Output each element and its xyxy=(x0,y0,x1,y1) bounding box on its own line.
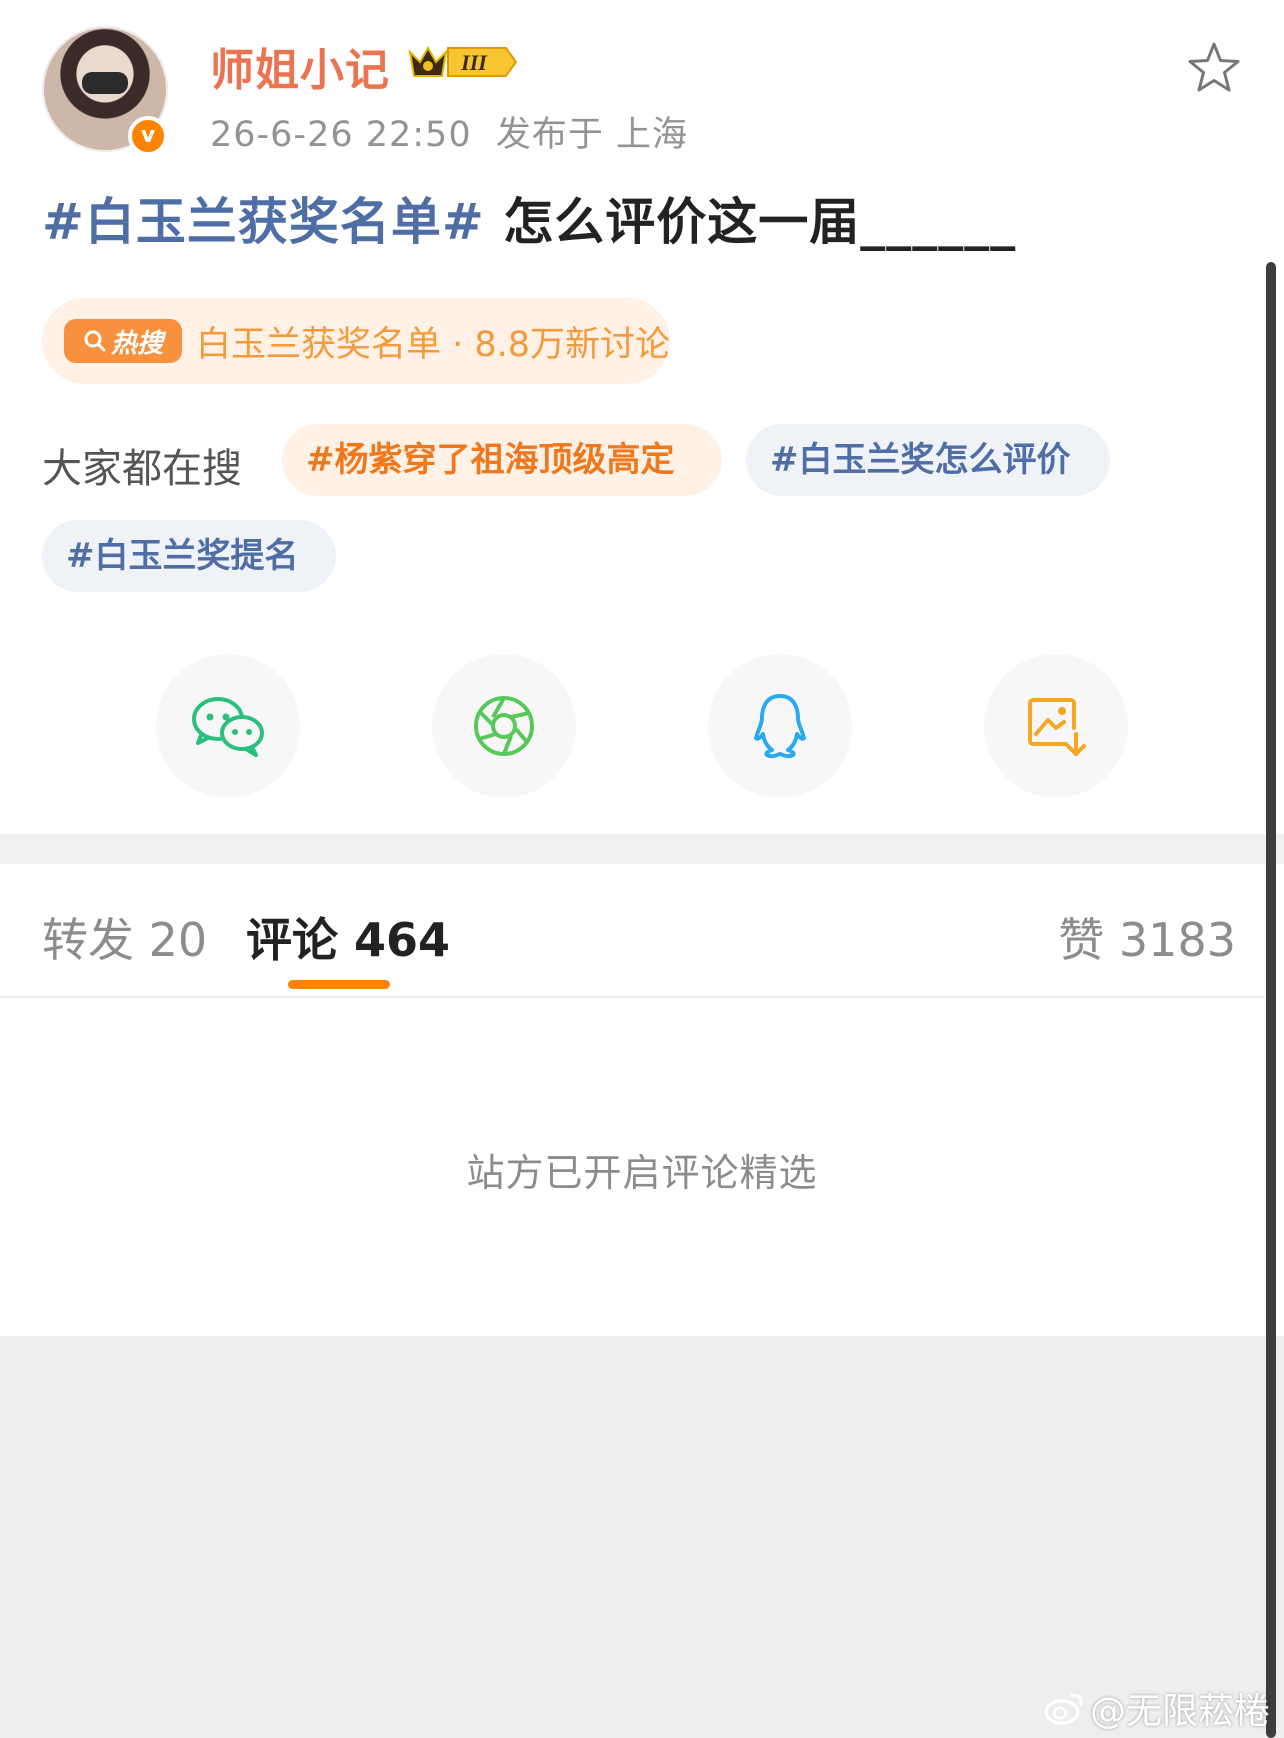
tab-comment[interactable]: 评论 464 xyxy=(246,904,450,970)
comment-curation-notice: 站方已开启评论精选 xyxy=(466,1151,818,1195)
watermark: @无限菘棬 xyxy=(1044,1682,1270,1734)
qq-icon xyxy=(754,694,806,759)
wechat-icon xyxy=(192,697,264,757)
watermark-text: @无限菘棬 xyxy=(1089,1691,1270,1732)
post-meta: 26-6-26 22:50 发布于 上海 xyxy=(210,106,688,157)
tab-divider xyxy=(0,996,1264,998)
username[interactable]: 师姐小记 xyxy=(210,34,390,98)
share-wechat-button[interactable] xyxy=(156,654,300,798)
level-badge-text: III xyxy=(460,50,488,75)
post-hashtag[interactable]: #白玉兰获奖名单# xyxy=(42,193,485,251)
empty-area xyxy=(0,1336,1284,1738)
post-body: 怎么评价这一届______ xyxy=(484,193,1017,251)
section-divider xyxy=(0,834,1284,864)
share-qq-button[interactable] xyxy=(708,654,852,798)
hot-search-badge-label: 热搜 xyxy=(110,328,163,359)
search-chip[interactable]: #白玉兰奖提名 xyxy=(42,520,336,592)
verified-badge-icon: v xyxy=(128,116,168,156)
active-tab-indicator xyxy=(288,980,390,989)
hot-search-badge: 热搜 xyxy=(64,319,182,363)
hot-search-link[interactable]: 热搜 白玉兰获奖名单 · 8.8万新讨论 xyxy=(42,298,670,384)
tab-like[interactable]: 赞 3183 xyxy=(1058,904,1236,970)
scrollbar[interactable] xyxy=(1266,262,1276,1738)
save-image-button[interactable] xyxy=(984,654,1128,798)
post-text: #白玉兰获奖名单# 怎么评价这一届______ xyxy=(42,182,1016,254)
hot-search-text: 白玉兰获奖名单 · 8.8万新讨论 xyxy=(195,324,670,365)
weibo-logo-icon xyxy=(1044,1693,1083,1725)
search-icon xyxy=(84,330,106,352)
save-image-icon xyxy=(1028,698,1086,756)
share-moments-button[interactable] xyxy=(432,654,576,798)
post-timestamp: 26-6-26 22:50 xyxy=(210,115,472,155)
search-chip[interactable]: #白玉兰奖怎么评价 xyxy=(746,424,1110,496)
tab-repost[interactable]: 转发 20 xyxy=(42,904,207,970)
post-location: 发布于 上海 xyxy=(495,115,688,155)
crown-level-badge-icon: III xyxy=(408,45,518,77)
star-outline-icon[interactable] xyxy=(1186,40,1242,96)
search-chip[interactable]: #杨紫穿了祖海顶级高定 xyxy=(282,424,722,496)
everyone-searching-label: 大家都在搜 xyxy=(42,446,242,492)
moments-icon xyxy=(474,696,534,756)
